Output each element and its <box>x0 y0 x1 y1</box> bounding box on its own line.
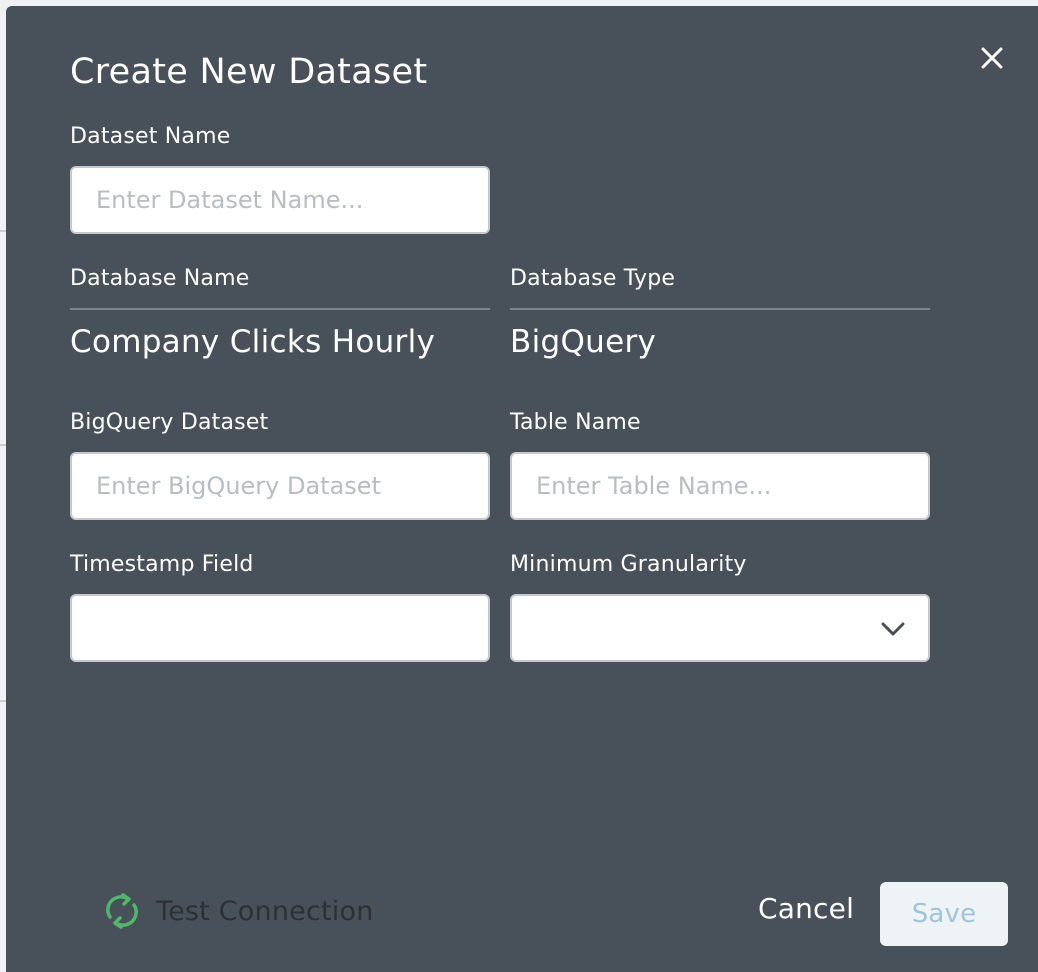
save-button[interactable]: Save <box>880 882 1008 946</box>
timestamp-field-label: Timestamp Field <box>70 552 254 577</box>
bigquery-dataset-label: BigQuery Dataset <box>70 410 269 435</box>
database-name-divider <box>70 308 490 310</box>
bigquery-dataset-input[interactable] <box>70 452 490 520</box>
create-dataset-dialog: Create New Dataset Dataset Name Database… <box>6 6 1038 972</box>
database-type-divider <box>510 308 930 310</box>
test-connection-button[interactable]: Test Connection <box>102 890 374 932</box>
dialog-title: Create New Dataset <box>70 52 428 92</box>
timestamp-field-input[interactable] <box>70 594 490 662</box>
database-name-value: Company Clicks Hourly <box>70 324 436 360</box>
minimum-granularity-select[interactable] <box>510 594 930 662</box>
database-type-value: BigQuery <box>510 324 657 360</box>
close-icon <box>981 47 1003 69</box>
table-name-label: Table Name <box>510 410 641 435</box>
database-type-label: Database Type <box>510 266 676 291</box>
database-name-label: Database Name <box>70 266 250 291</box>
chevron-down-icon <box>881 622 905 636</box>
cancel-button[interactable]: Cancel <box>758 892 854 925</box>
test-connection-label: Test Connection <box>156 895 374 927</box>
dataset-name-label: Dataset Name <box>70 124 231 149</box>
minimum-granularity-label: Minimum Granularity <box>510 552 747 577</box>
close-button[interactable] <box>976 42 1008 74</box>
table-name-input[interactable] <box>510 452 930 520</box>
refresh-icon <box>106 893 138 929</box>
dataset-name-input[interactable] <box>70 166 490 234</box>
